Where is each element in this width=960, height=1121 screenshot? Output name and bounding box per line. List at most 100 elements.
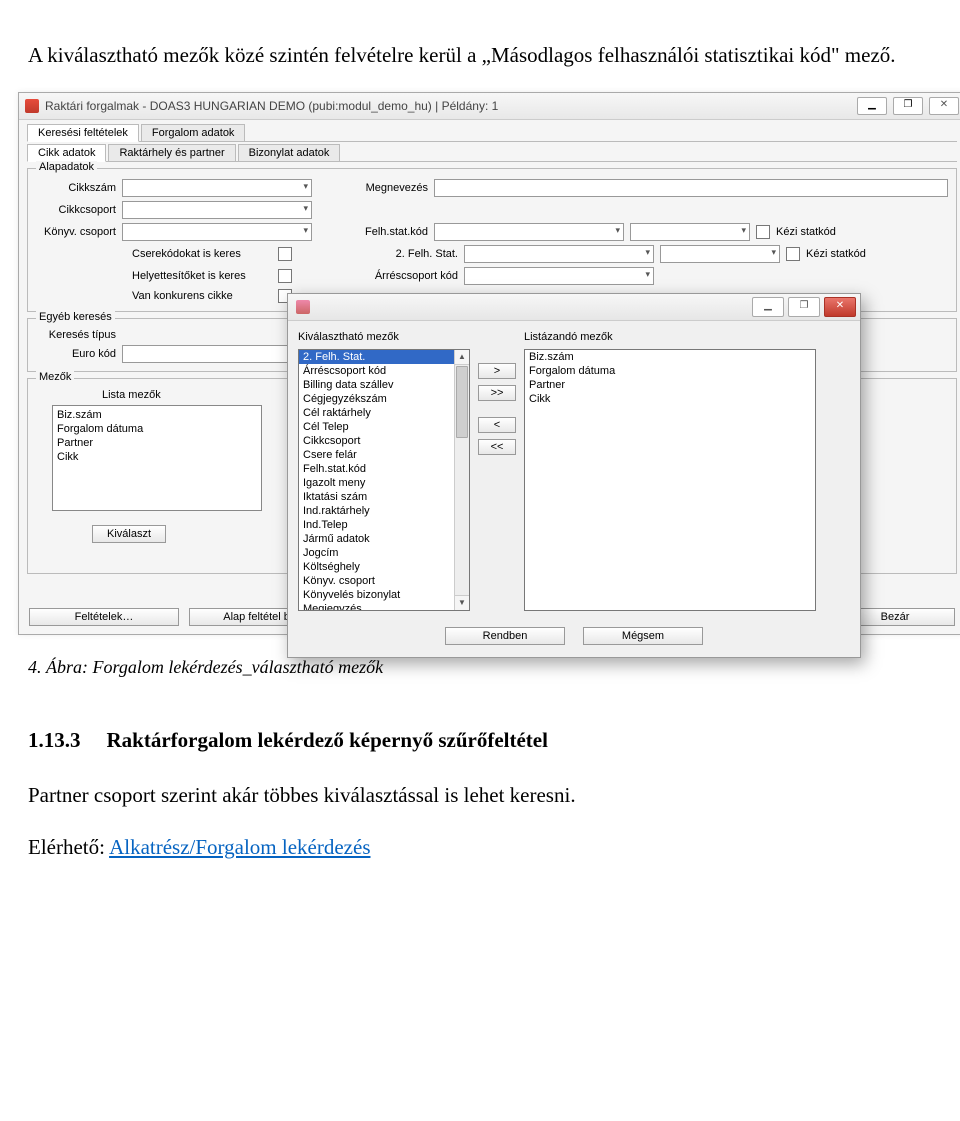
- intro-paragraph: A kiválasztható mezők közé szintén felvé…: [28, 41, 932, 70]
- input-cikkszam[interactable]: [122, 179, 312, 197]
- list-item[interactable]: Könyv. csoport: [299, 574, 469, 588]
- dialog-cancel-button[interactable]: Mégsem: [583, 627, 703, 645]
- dialog-maximize-button[interactable]: ❐: [788, 297, 820, 317]
- list-item[interactable]: Jogcím: [299, 546, 469, 560]
- button-move-left[interactable]: <: [478, 417, 516, 433]
- list-item[interactable]: Partner: [57, 436, 257, 450]
- list-item[interactable]: Jármű adatok: [299, 532, 469, 546]
- section-heading: 1.13.3 Raktárforgalom lekérdező képernyő…: [28, 728, 932, 753]
- label-lista-mezok: Lista mezők: [102, 389, 222, 401]
- scroll-up-icon[interactable]: ▲: [455, 350, 469, 365]
- listbox-lista-mezok[interactable]: Biz.szám Forgalom dátuma Partner Cikk: [52, 405, 262, 511]
- list-item[interactable]: Biz.szám: [57, 408, 257, 422]
- input-konyv-csoport[interactable]: [122, 223, 312, 241]
- label-cikkszam: Cikkszám: [36, 182, 116, 194]
- list-item[interactable]: Cikk: [525, 392, 815, 406]
- tab-bizonylat-adatok[interactable]: Bizonylat adatok: [238, 144, 341, 161]
- checkbox-kezi-statkod-1[interactable]: [756, 225, 770, 239]
- checkbox-helyettesitoket[interactable]: [278, 269, 292, 283]
- list-item[interactable]: Forgalom dátuma: [525, 364, 815, 378]
- dialog-left-label: Kiválasztható mezők: [298, 331, 470, 343]
- list-item[interactable]: Cikk: [57, 450, 257, 464]
- list-item[interactable]: Árréscsoport kód: [299, 364, 469, 378]
- dialog-close-button[interactable]: ✕: [824, 297, 856, 317]
- app-window: Raktári forgalmak - DOAS3 HUNGARIAN DEMO…: [18, 92, 960, 635]
- tab-cikk-adatok[interactable]: Cikk adatok: [27, 144, 106, 162]
- dialog-available-list[interactable]: 2. Felh. Stat. Árréscsoport kód Billing …: [298, 349, 470, 611]
- input-euro-kod[interactable]: [122, 345, 292, 363]
- list-item[interactable]: Ind.Telep: [299, 518, 469, 532]
- tab-row-secondary: Cikk adatok Raktárhely és partner Bizony…: [27, 144, 957, 162]
- dialog-right-label: Listázandó mezők: [524, 331, 816, 343]
- label-konkurens: Van konkurens cikke: [132, 290, 272, 302]
- input-masodik-felh-stat-2[interactable]: [660, 245, 780, 263]
- group-mezok-legend: Mezők: [36, 371, 74, 383]
- dialog-ok-button[interactable]: Rendben: [445, 627, 565, 645]
- scroll-thumb[interactable]: [456, 366, 468, 438]
- body-paragraph-link: Elérhető: Alkatrész/Forgalom lekérdezés: [28, 833, 932, 862]
- group-egyeb-legend: Egyéb keresés: [36, 311, 115, 323]
- list-item[interactable]: Cégjegyzékszám: [299, 392, 469, 406]
- list-item[interactable]: 2. Felh. Stat.: [299, 350, 469, 364]
- input-felh-stat-kod[interactable]: [434, 223, 624, 241]
- dialog-titlebar: ▁ ❐ ✕: [288, 294, 860, 321]
- button-feltetelek[interactable]: Feltételek…: [29, 608, 179, 626]
- window-minimize-button[interactable]: ▁: [857, 97, 887, 115]
- input-megnevezes[interactable]: [434, 179, 948, 197]
- input-cikkcsoport[interactable]: [122, 201, 312, 219]
- checkbox-kezi-statkod-2[interactable]: [786, 247, 800, 261]
- button-move-right[interactable]: >: [478, 363, 516, 379]
- scroll-down-icon[interactable]: ▼: [455, 595, 469, 610]
- heading-text: Raktárforgalom lekérdező képernyő szűrőf…: [107, 728, 548, 753]
- list-item[interactable]: Költséghely: [299, 560, 469, 574]
- label-kezi-statkod-1: Kézi statkód: [776, 226, 836, 238]
- list-item[interactable]: Könyvelés bizonylat: [299, 588, 469, 602]
- label-cikkcsoport: Cikkcsoport: [36, 204, 116, 216]
- label-kezi-statkod-2: Kézi statkód: [806, 248, 866, 260]
- list-item[interactable]: Ind.raktárhely: [299, 504, 469, 518]
- list-item[interactable]: Partner: [525, 378, 815, 392]
- window-maximize-button[interactable]: ❐: [893, 97, 923, 115]
- dialog-selected-list[interactable]: Biz.szám Forgalom dátuma Partner Cikk: [524, 349, 816, 611]
- navigation-path-link[interactable]: Alkatrész/Forgalom lekérdezés: [109, 835, 370, 859]
- link-lead: Elérhető:: [28, 835, 109, 859]
- window-title: Raktári forgalmak - DOAS3 HUNGARIAN DEMO…: [45, 99, 857, 113]
- input-arrescsoport[interactable]: [464, 267, 654, 285]
- tab-keresesi-feltetelek[interactable]: Keresési feltételek: [27, 124, 139, 142]
- list-item[interactable]: Felh.stat.kód: [299, 462, 469, 476]
- list-item[interactable]: Cél raktárhely: [299, 406, 469, 420]
- list-item[interactable]: Megjegyzés: [299, 602, 469, 611]
- input-masodik-felh-stat[interactable]: [464, 245, 654, 263]
- button-kivalaszt[interactable]: Kiválaszt: [92, 525, 166, 543]
- list-item[interactable]: Billing data szállev: [299, 378, 469, 392]
- dialog-minimize-button[interactable]: ▁: [752, 297, 784, 317]
- checkbox-cserekodokat[interactable]: [278, 247, 292, 261]
- input-felh-stat-kod-2[interactable]: [630, 223, 750, 241]
- button-move-all-right[interactable]: >>: [478, 385, 516, 401]
- window-close-button[interactable]: ✕: [929, 97, 959, 115]
- list-item[interactable]: Cikkcsoport: [299, 434, 469, 448]
- label-kereses-tipus: Keresés típus: [36, 329, 116, 341]
- app-icon: [25, 99, 39, 113]
- dialog-mezok: ▁ ❐ ✕ Kiválasztható mezők 2. Felh. Stat.…: [287, 293, 861, 658]
- tab-forgalom-adatok[interactable]: Forgalom adatok: [141, 124, 246, 141]
- group-alapadatok-legend: Alapadatok: [36, 161, 97, 173]
- group-alapadatok: Alapadatok Cikkszám Megnevezés Cikkcsopo…: [27, 168, 957, 312]
- body-paragraph: Partner csoport szerint akár többes kivá…: [28, 781, 932, 810]
- figure-caption: 4. Ábra: Forgalom lekérdezés_választható…: [28, 657, 932, 678]
- list-item[interactable]: Biz.szám: [525, 350, 815, 364]
- list-item[interactable]: Cél Telep: [299, 420, 469, 434]
- window-titlebar: Raktári forgalmak - DOAS3 HUNGARIAN DEMO…: [19, 93, 960, 120]
- button-move-all-left[interactable]: <<: [478, 439, 516, 455]
- label-masodik-felh-stat: 2. Felh. Stat.: [358, 248, 458, 260]
- label-helyettesitoket: Helyettesítőket is keres: [132, 270, 272, 282]
- label-konyv-csoport: Könyv. csoport: [36, 226, 116, 238]
- list-item[interactable]: Forgalom dátuma: [57, 422, 257, 436]
- list-item[interactable]: Csere felár: [299, 448, 469, 462]
- label-cserekodokat: Cserekódokat is keres: [132, 248, 272, 260]
- list-item[interactable]: Iktatási szám: [299, 490, 469, 504]
- label-euro-kod: Euro kód: [36, 348, 116, 360]
- label-arrescsoport: Árréscsoport kód: [358, 270, 458, 282]
- tab-raktarhely-partner[interactable]: Raktárhely és partner: [108, 144, 235, 161]
- list-item[interactable]: Igazolt meny: [299, 476, 469, 490]
